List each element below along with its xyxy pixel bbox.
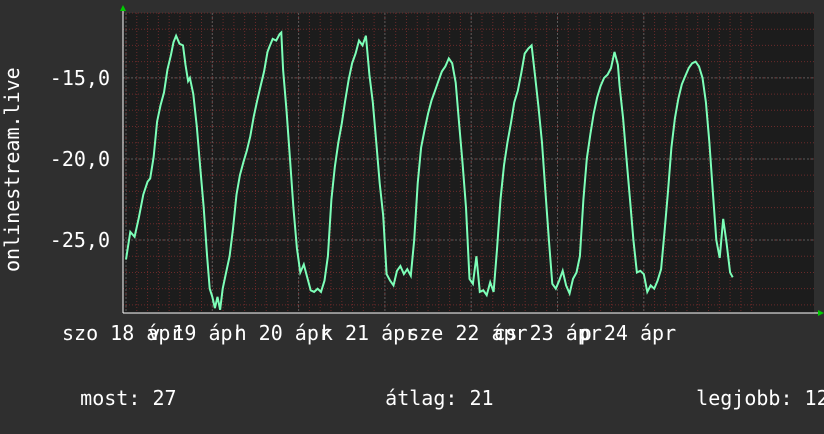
stat-best-value: 12 <box>804 386 824 410</box>
y-axis-label: onlinestream.live <box>0 67 24 272</box>
stat-best: legjobb: 12 <box>648 362 824 434</box>
y-tick-label: -20,0 <box>50 147 110 171</box>
x-tick-label: v 19 ápr <box>148 321 244 345</box>
chart-svg: -15,0 -20,0 -25,0 szo 18 áprv 19 áprh 20 á… <box>0 5 824 345</box>
stat-average-value: 21 <box>469 386 494 410</box>
stat-current: most: 27 <box>32 362 177 434</box>
stat-average: átlag: 21 <box>337 362 494 434</box>
x-tick-label: k 21 ápr <box>321 321 417 345</box>
stat-average-label: átlag: <box>385 386 458 410</box>
x-axis-arrow <box>818 310 824 316</box>
y-tick-label: -15,0 <box>50 66 110 90</box>
x-tick-label: h 20 ápr <box>235 321 331 345</box>
y-axis-arrow <box>120 5 126 11</box>
stat-current-value: 27 <box>152 386 177 410</box>
chart-stage: -15,0 -20,0 -25,0 szo 18 ápr v 19 ápr h 20 á… <box>0 0 824 410</box>
y-tick-labels: -15,0 -20,0 -25,0 <box>50 66 110 252</box>
x-tick-label: p 24 ápr <box>580 321 676 345</box>
stat-current-label: most: <box>80 386 141 410</box>
x-tick-labels: szo 18 áprv 19 áprh 20 áprk 21 áprsze 22… <box>62 321 676 345</box>
y-tick-label: -25,0 <box>50 228 110 252</box>
stat-best-label: legjobb: <box>696 386 793 410</box>
